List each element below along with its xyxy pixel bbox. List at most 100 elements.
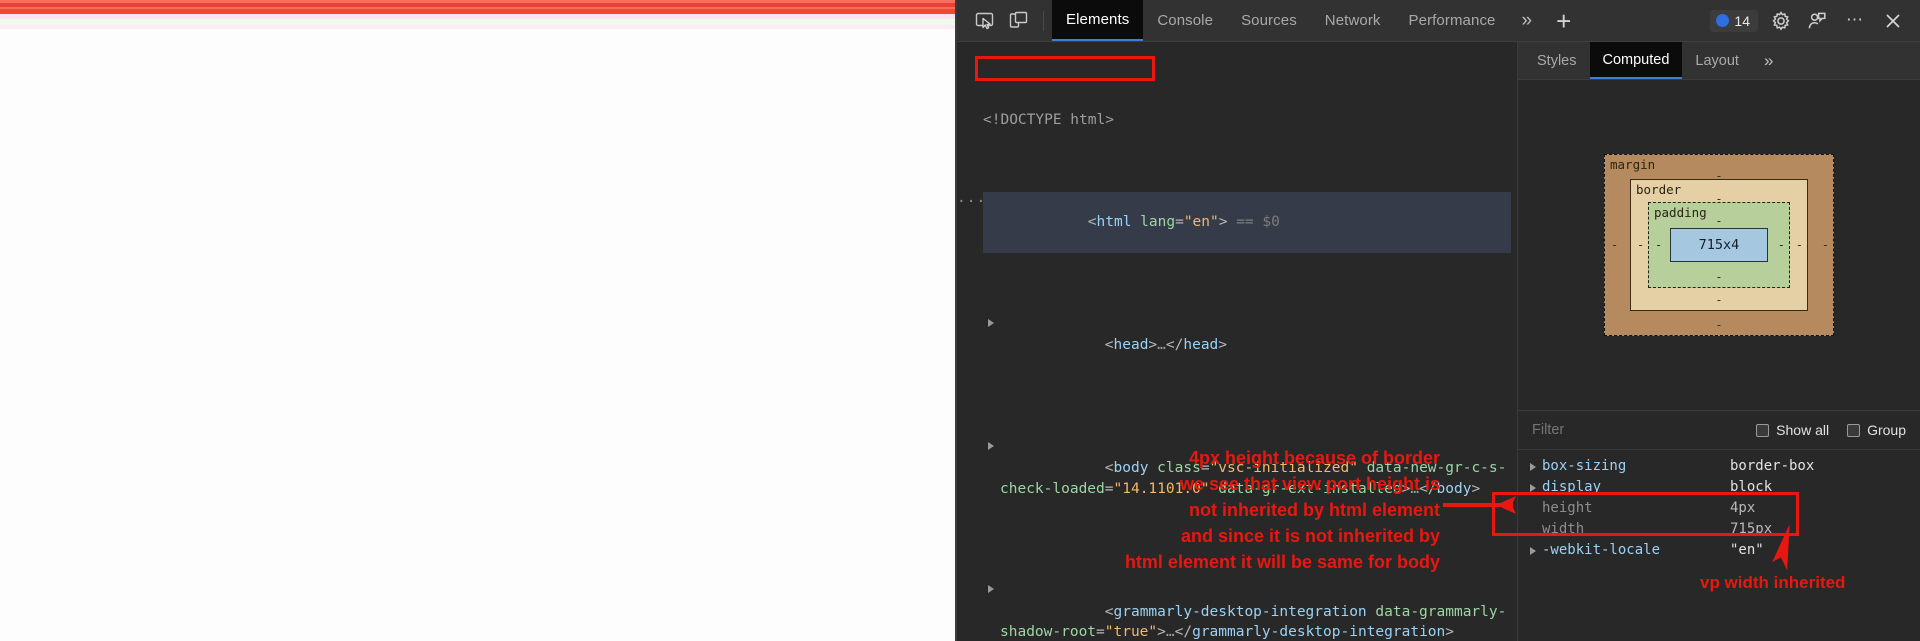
devtools-body: <!DOCTYPE html> ··· <html lang="en"> == $…	[957, 42, 1920, 641]
computed-row-width[interactable]: width 715px	[1518, 519, 1920, 540]
panel-tabs: Elements Console Sources Network Perform…	[1052, 0, 1510, 41]
group-checkbox[interactable]: Group	[1847, 422, 1906, 438]
computed-value-box-sizing: border-box	[1730, 458, 1815, 474]
dom-tree-pane: <!DOCTYPE html> ··· <html lang="en"> == $…	[957, 42, 1518, 641]
tab-computed[interactable]: Computed	[1589, 42, 1683, 79]
computed-filter-bar: Show all Group	[1518, 410, 1920, 450]
border-left-value[interactable]: -	[1637, 238, 1644, 252]
box-model-padding[interactable]: padding - - - - 715x4	[1648, 202, 1790, 288]
feedback-icon[interactable]	[1800, 6, 1834, 36]
box-model-border[interactable]: border - - - - padding - - - - 715x4	[1630, 179, 1808, 311]
devtools-toolbar: Elements Console Sources Network Perform…	[957, 0, 1920, 42]
computed-value-webkit-locale: "en"	[1730, 542, 1764, 558]
filter-input[interactable]	[1532, 422, 1739, 438]
box-model-margin[interactable]: margin - - - - border - - - - padding - …	[1604, 154, 1834, 336]
tab-sources[interactable]: Sources	[1227, 0, 1311, 41]
padding-top-value[interactable]: -	[1715, 214, 1722, 228]
border-bottom-value[interactable]: -	[1715, 293, 1722, 307]
expand-triangle-grammarly-icon[interactable]	[988, 585, 994, 593]
issues-dot-icon	[1716, 14, 1730, 27]
selected-node-badge: == $0	[1236, 214, 1280, 230]
toolbar-divider	[1043, 10, 1044, 31]
dom-line-head[interactable]: <head>…</head>	[983, 315, 1511, 377]
expand-triangle-body-icon[interactable]	[988, 441, 994, 450]
highlight-pink-band	[0, 25, 955, 29]
tab-styles[interactable]: Styles	[1524, 42, 1590, 79]
html-tag-name: html	[1096, 214, 1132, 230]
box-model-content[interactable]: 715x4	[1670, 228, 1768, 262]
sidebar-more-tabs-icon[interactable]: »	[1752, 42, 1785, 79]
group-label: Group	[1867, 422, 1906, 438]
body-tag-name: body	[1113, 460, 1149, 476]
box-model-padding-label: padding	[1654, 205, 1707, 220]
more-tabs-icon[interactable]: »	[1510, 11, 1545, 30]
show-all-checkbox-box[interactable]	[1756, 423, 1770, 437]
head-close-tag: head	[1183, 337, 1219, 353]
expand-triangle-box-sizing-icon[interactable]	[1530, 463, 1536, 471]
inspect-cursor-icon[interactable]	[967, 6, 1001, 36]
devtools-panel: Elements Console Sources Network Perform…	[955, 0, 1920, 641]
issues-count: 14	[1734, 12, 1750, 29]
dom-line-html-open[interactable]: ··· <html lang="en"> == $0	[957, 191, 1511, 253]
computed-properties-list: box-sizing border-box display block heig…	[1518, 450, 1920, 641]
dom-line-body[interactable]: <body class="vsc-initialized" data-new-g…	[983, 438, 1511, 520]
body-class-value: "vsc-initialized"	[1209, 460, 1358, 476]
expand-triangle-head-icon[interactable]	[988, 318, 994, 327]
issues-badge[interactable]: 14	[1710, 9, 1758, 32]
add-tab-icon[interactable]: +	[1544, 8, 1583, 34]
dom-line-grammarly[interactable]: <grammarly-desktop-integration data-gram…	[983, 581, 1511, 641]
computed-value-height: 4px	[1730, 500, 1756, 516]
tab-console[interactable]: Console	[1143, 0, 1227, 41]
show-all-checkbox[interactable]: Show all	[1756, 422, 1829, 438]
styles-sidebar: Styles Computed Layout » margin - - - - …	[1518, 42, 1920, 641]
box-model-diagram: margin - - - - border - - - - padding - …	[1518, 80, 1920, 410]
margin-left-value[interactable]: -	[1611, 238, 1618, 252]
border-right-value[interactable]: -	[1796, 238, 1803, 252]
device-toolbar-icon[interactable]	[1001, 6, 1035, 36]
gear-icon[interactable]	[1764, 6, 1798, 36]
highlight-padding-band	[0, 3, 955, 7]
computed-row-display[interactable]: display block	[1518, 477, 1920, 498]
grammarly-ellipsis: …	[1165, 624, 1175, 640]
margin-bottom-value[interactable]: -	[1715, 318, 1722, 332]
expand-triangle-webkit-locale-icon[interactable]	[1530, 547, 1536, 555]
html-attr-value: "en"	[1183, 214, 1219, 230]
tab-elements[interactable]: Elements	[1052, 0, 1144, 41]
dom-ellipsis-marker: ···	[957, 193, 987, 210]
padding-left-value[interactable]: -	[1655, 238, 1662, 252]
tab-layout[interactable]: Layout	[1682, 42, 1752, 79]
tab-network[interactable]: Network	[1311, 0, 1395, 41]
tab-computed-label: Computed	[1602, 51, 1670, 68]
grammarly-close-tag: grammarly-desktop-integration	[1192, 624, 1446, 640]
tab-performance[interactable]: Performance	[1395, 0, 1510, 41]
page-viewport	[0, 0, 955, 641]
expand-triangle-display-icon[interactable]	[1530, 484, 1536, 492]
computed-row-height[interactable]: height 4px	[1518, 498, 1920, 519]
tab-network-label: Network	[1324, 12, 1381, 29]
margin-right-value[interactable]: -	[1822, 238, 1829, 252]
computed-value-width: 715px	[1730, 521, 1773, 537]
body-ellipsis: …	[1410, 480, 1420, 497]
head-tag-name: head	[1113, 337, 1149, 353]
box-model-content-size: 715x4	[1698, 237, 1740, 253]
dom-line-doctype[interactable]: <!DOCTYPE html>	[983, 110, 1511, 131]
group-checkbox-box[interactable]	[1847, 423, 1861, 437]
body-class-attr: class	[1157, 460, 1201, 476]
padding-right-value[interactable]: -	[1778, 238, 1785, 252]
computed-name-box-sizing: box-sizing	[1542, 458, 1627, 474]
tab-sources-label: Sources	[1241, 12, 1297, 29]
body-close-tag: body	[1436, 480, 1472, 497]
computed-name-display: display	[1542, 479, 1602, 495]
tab-layout-label: Layout	[1695, 52, 1739, 69]
computed-row-webkit-locale[interactable]: -webkit-locale "en"	[1518, 540, 1920, 561]
doctype-text: <!DOCTYPE html>	[983, 111, 1114, 128]
close-icon[interactable]	[1876, 6, 1910, 36]
body-gr-ext-attr: data-gr-ext-installed	[1218, 480, 1402, 497]
computed-row-box-sizing[interactable]: box-sizing border-box	[1518, 456, 1920, 477]
computed-name-webkit-locale: -webkit-locale	[1542, 542, 1661, 558]
computed-name-width: width	[1542, 521, 1585, 537]
dom-tree: <!DOCTYPE html> ··· <html lang="en"> == $…	[957, 48, 1517, 641]
padding-bottom-value[interactable]: -	[1715, 270, 1722, 284]
box-model-margin-label: margin	[1610, 157, 1656, 172]
more-options-icon[interactable]: ⋯	[1836, 11, 1874, 28]
